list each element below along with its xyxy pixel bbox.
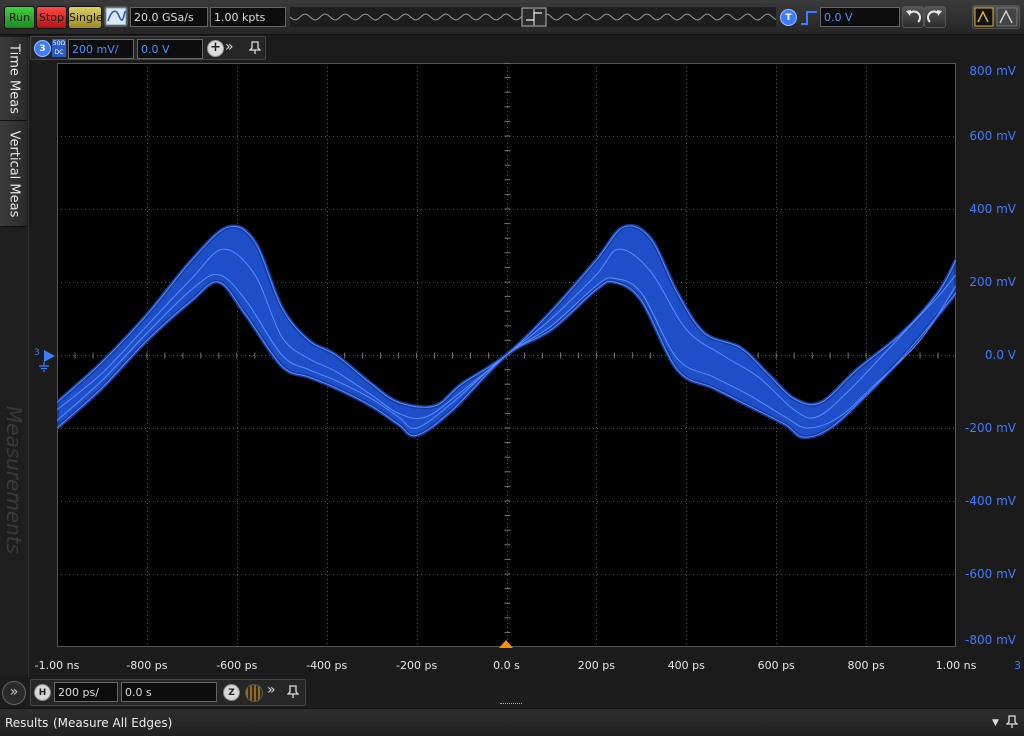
waveform-display[interactable] (55, 62, 958, 648)
oscilloscope-app: Run Stop Single 20.0 GSa/s 1.00 kpts T 0… (0, 0, 1024, 736)
x-tick-label: 400 ps (667, 659, 705, 672)
waveform-envelope-band (55, 223, 958, 440)
x-tick-label: 600 ps (757, 659, 795, 672)
x-tick-label: 800 ps (847, 659, 885, 672)
x-tick-label: -200 ps (396, 659, 438, 672)
x-tick-label: -1.00 ns (34, 659, 80, 672)
channel-badge[interactable]: 3 (34, 40, 51, 57)
trigger-level-field[interactable]: 0.0 V (820, 7, 900, 27)
x-tick-label: -800 ps (126, 659, 168, 672)
trigger-position-marker[interactable] (499, 640, 513, 648)
redo-icon (927, 10, 942, 23)
y-tick-label: 600 mV (969, 129, 1016, 143)
channel-coupling[interactable]: 50Ω DC (52, 39, 66, 57)
expand-left-button[interactable]: » (2, 681, 26, 705)
results-pin-icon[interactable] (1006, 715, 1018, 729)
measurements-watermark: Measurements (2, 405, 26, 555)
stop-button[interactable]: Stop (36, 6, 67, 29)
waveform-envelope (55, 223, 958, 440)
horizontal-badge[interactable]: H (34, 684, 51, 701)
ground-marker-channel-label: 3 (34, 348, 40, 358)
sample-rate-field[interactable]: 20.0 GSa/s (130, 7, 208, 27)
pin-icon[interactable] (249, 41, 261, 55)
tab-time-meas[interactable]: Time Meas (0, 37, 27, 121)
channel-impedance: 50Ω (52, 40, 66, 47)
y-tick-label: 400 mV (969, 202, 1016, 216)
x-tick-label: 0.0 s (493, 659, 520, 672)
zoom-badge[interactable]: Z (223, 684, 240, 701)
single-button[interactable]: Single (68, 6, 103, 29)
expand-channel-icon[interactable]: » (225, 39, 234, 55)
channel-scale-field[interactable]: 200 mV/ (68, 39, 134, 59)
zoom-knob-icon[interactable] (245, 684, 263, 702)
trigger-badge[interactable]: T (780, 9, 797, 26)
expand-timebase-icon[interactable]: » (267, 682, 276, 698)
tab-time-meas-label: Time Meas (6, 43, 21, 114)
waveform-plot (55, 62, 958, 648)
redo-button[interactable] (924, 6, 946, 28)
timebase-controls: » H 200 ps/ 0.0 s Z » (0, 678, 1024, 706)
results-label[interactable]: Results (5, 716, 48, 730)
y-axis-labels: 800 mV 600 mV 400 mV 200 mV 0.0 V -200 mV -400… (956, 0, 1022, 736)
channel-axis-tag: 3 (1014, 659, 1021, 672)
tab-vertical-meas-label: Vertical Meas (6, 130, 21, 217)
run-button[interactable]: Run (4, 6, 35, 29)
y-tick-label: -400 mV (965, 494, 1016, 508)
channel-offset-field[interactable]: 0.0 V (137, 39, 203, 59)
timebase-panel: H 200 ps/ 0.0 s Z » (30, 679, 306, 706)
results-bar: Results (Measure All Edges) ▼ (0, 708, 1024, 736)
time-position-field[interactable]: 0.0 s (121, 682, 217, 702)
time-scale-field[interactable]: 200 ps/ (54, 682, 118, 702)
x-tick-label: 200 ps (577, 659, 615, 672)
y-tick-label: -200 mV (965, 421, 1016, 435)
undo-button[interactable] (902, 6, 924, 28)
y-tick-label: 800 mV (969, 64, 1016, 78)
channel-coupling-mode: DC (54, 49, 64, 56)
autoscale-button[interactable] (104, 6, 128, 27)
undo-icon (906, 10, 921, 23)
waveform-overview-strip[interactable] (290, 7, 776, 27)
y-tick-label: -800 mV (965, 633, 1016, 647)
results-mode: (Measure All Edges) (53, 716, 173, 730)
y-tick-label: 200 mV (969, 275, 1016, 289)
timebase-pin-icon[interactable] (287, 685, 299, 699)
add-channel-button[interactable]: + (207, 40, 224, 57)
channel-3-controls: 3 50Ω DC 200 mV/ 0.0 V + » (30, 36, 266, 60)
autoscale-icon (105, 7, 127, 26)
y-tick-label: -600 mV (965, 567, 1016, 581)
channel-ground-marker[interactable]: 3 (34, 348, 56, 372)
x-tick-label: -400 ps (306, 659, 348, 672)
x-tick-label: -600 ps (216, 659, 258, 672)
tab-vertical-meas[interactable]: Vertical Meas (0, 121, 27, 227)
side-tab-panel: Time Meas Vertical Meas (0, 37, 29, 677)
x-tick-label: 1.00 ns (935, 659, 977, 672)
main-toolbar: Run Stop Single 20.0 GSa/s 1.00 kpts T 0… (0, 0, 1024, 35)
y-tick-label: 0.0 V (984, 348, 1016, 362)
results-dropdown-icon[interactable]: ▼ (992, 718, 999, 728)
trigger-edge-icon[interactable] (800, 10, 818, 26)
memory-depth-field[interactable]: 1.00 kpts (210, 7, 286, 27)
